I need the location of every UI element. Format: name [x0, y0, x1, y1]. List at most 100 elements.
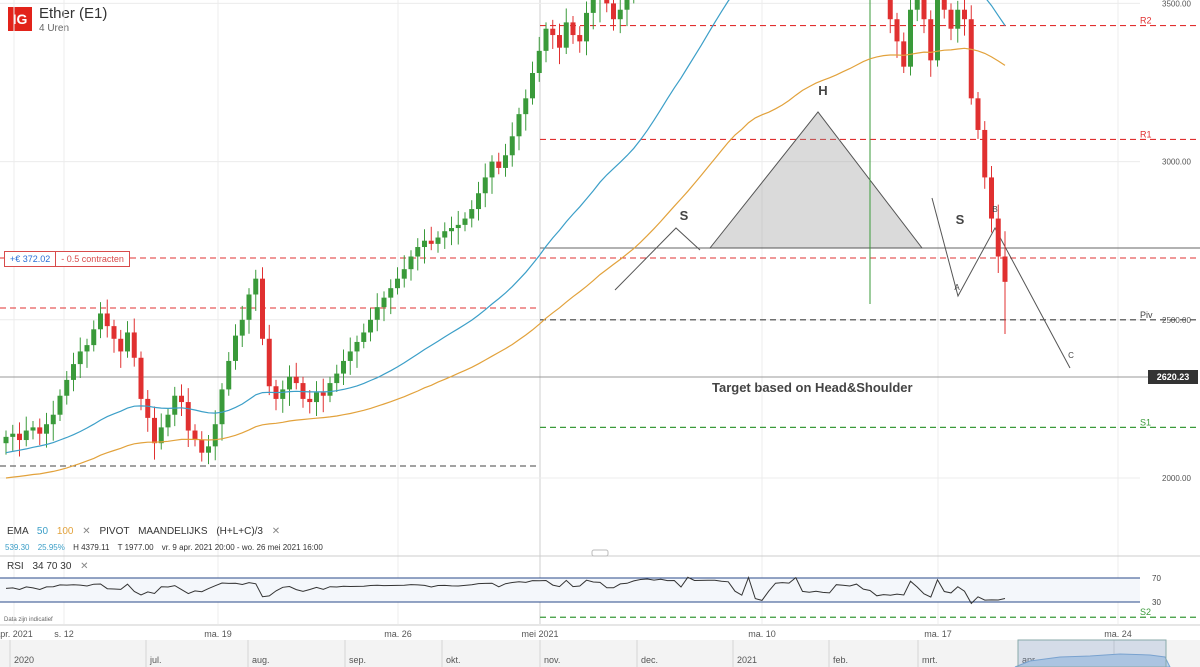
candle-body: [395, 278, 400, 289]
ema-change: 25.95%: [37, 543, 65, 552]
price-chart[interactable]: apr. 2021s. 12ma. 19ma. 26mei 2021ma. 10…: [0, 0, 1200, 667]
target-annotation: Target based on Head&Shoulder: [712, 380, 913, 395]
candle-body: [320, 392, 326, 396]
close-icon[interactable]: ✕: [80, 561, 88, 572]
candle-body: [496, 161, 502, 168]
panel-resize-handle: [591, 549, 609, 557]
candle-body: [570, 22, 576, 36]
y-tick-label: 3000.00: [1162, 158, 1191, 167]
candle-body: [71, 364, 76, 380]
candle-body: [982, 129, 988, 178]
ema-slow-period[interactable]: 100: [57, 526, 74, 537]
candle-body: [266, 338, 272, 387]
candle-body: [469, 209, 475, 219]
y-tick-label: 2500.00: [1162, 316, 1191, 325]
candle-body: [10, 433, 16, 437]
candle-body: [354, 341, 360, 352]
candle-body: [381, 297, 387, 308]
candle-body: [428, 240, 434, 244]
candle-body: [131, 332, 137, 358]
candle-body: [530, 73, 535, 99]
candle-body: [557, 35, 562, 48]
candle-body: [941, 0, 947, 10]
candle-body: [3, 436, 9, 444]
candle-body: [516, 114, 522, 137]
candle-body: [260, 278, 265, 339]
candle-body: [172, 395, 178, 415]
candle-body: [347, 351, 353, 361]
candle-body: [948, 9, 954, 29]
abc-projection-line: [931, 197, 1071, 369]
candle-body: [125, 332, 130, 352]
candle-body: [968, 19, 974, 99]
candle-body: [98, 313, 103, 330]
pivot-label[interactable]: PIVOT: [99, 526, 129, 537]
candle-body: [563, 22, 569, 48]
candle-body: [388, 288, 394, 298]
candle-body: [374, 307, 380, 320]
pivot-type[interactable]: MAANDELIJKS: [138, 526, 207, 537]
candle-body: [361, 332, 367, 342]
candle-body: [928, 19, 934, 61]
pattern-label-c: C: [1068, 351, 1074, 360]
pattern-label-s: S: [956, 212, 965, 227]
ema-label[interactable]: EMA: [7, 526, 28, 537]
data-disclaimer: Data zijn indicatief: [4, 617, 53, 623]
candle-body: [253, 278, 259, 295]
head-shoulder-shape: [708, 111, 924, 249]
rsi-level-label: 30: [1152, 598, 1161, 607]
candle-body: [293, 376, 299, 384]
candle-body: [30, 427, 36, 431]
candle-body: [550, 28, 556, 36]
candle-body: [206, 446, 211, 453]
candle-body: [165, 414, 171, 428]
ema-fast-period[interactable]: 50: [37, 526, 48, 537]
candle-body: [449, 228, 454, 232]
left-shoulder-line: [614, 227, 701, 291]
candle-body: [408, 256, 414, 270]
candle-body: [226, 360, 232, 390]
rsi-label[interactable]: RSI: [7, 561, 24, 572]
candle-body: [415, 247, 421, 257]
candle-body: [246, 294, 252, 320]
candle-body: [280, 389, 286, 399]
candle-body: [995, 218, 1001, 257]
candle-body: [476, 193, 481, 210]
timeline-label: okt.: [446, 655, 461, 665]
timeline-label: nov.: [544, 655, 560, 665]
candle-body: [482, 177, 488, 194]
timeline-label: mrt.: [922, 655, 938, 665]
candle-body: [145, 398, 151, 418]
candle-body: [422, 240, 427, 248]
pivot-formula[interactable]: (H+L+C)/3: [216, 526, 263, 537]
pattern-label-a: A: [954, 283, 960, 292]
candle-body: [104, 313, 110, 327]
rsi-params[interactable]: 34 70 30: [32, 561, 71, 572]
close-icon[interactable]: ✕: [82, 526, 90, 537]
rsi-level-label: 70: [1152, 574, 1161, 583]
low-value: T 1977.00: [117, 543, 154, 552]
candle-body: [908, 9, 913, 67]
pivot-label: S1: [1140, 417, 1151, 427]
ema-100-line: [5, 47, 1006, 479]
timeline-navigator[interactable]: 2020 jul. aug. sep. okt. nov. dec. 2021 feb. mrt.…: [0, 627, 1200, 667]
candle-body: [23, 430, 29, 441]
candle-body: [894, 19, 900, 42]
timeline-label: dec.: [641, 655, 658, 665]
candle-body: [509, 136, 515, 156]
candle-body: [17, 433, 22, 441]
position-size: - 0.5 contracten: [61, 254, 124, 264]
candle-body: [287, 376, 292, 390]
open-position-badge[interactable]: +€ 372.02 - 0.5 contracten: [4, 251, 130, 267]
candle-body: [219, 389, 225, 425]
indicator-values: 539.30 25.95% H 4379.11 T 1977.00 vr. 9 …: [5, 543, 323, 552]
pivot-label: S2: [1140, 607, 1151, 617]
candle-body: [975, 98, 981, 130]
date-range: vr. 9 apr. 2021 20:00 - wo. 26 mei 2021 …: [161, 543, 323, 552]
close-icon[interactable]: ✕: [272, 526, 280, 537]
candle-body: [118, 338, 124, 352]
candle-body: [577, 35, 583, 42]
candle-body: [111, 326, 117, 339]
candle-body: [442, 231, 448, 238]
candle-body: [955, 9, 961, 29]
